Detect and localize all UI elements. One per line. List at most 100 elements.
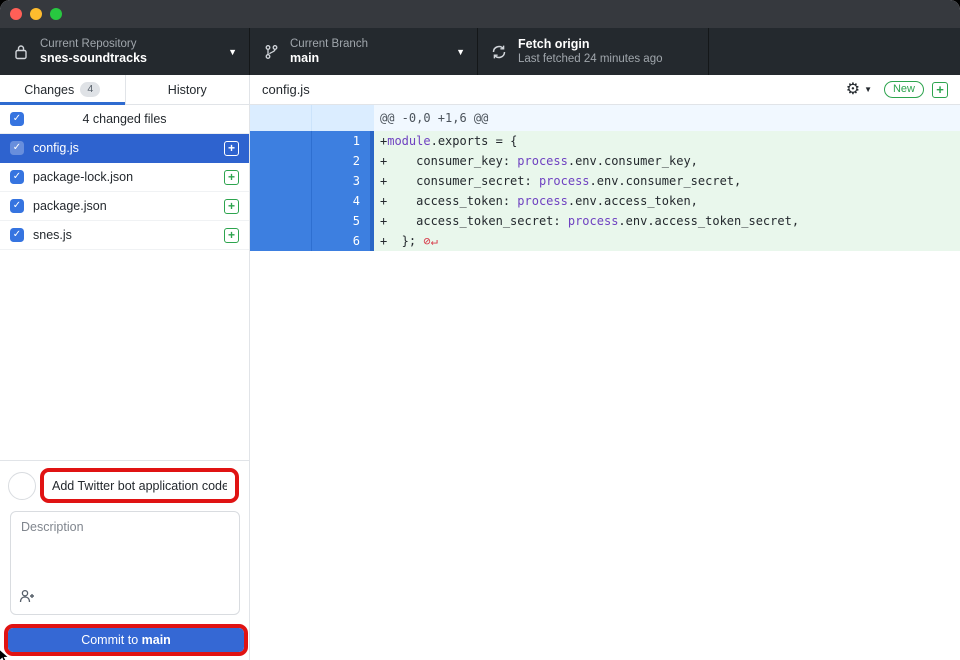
file-name: package-lock.json xyxy=(33,170,215,184)
diff-line-5[interactable]: 5+ access_token_secret: process.env.acce… xyxy=(250,211,960,231)
gutter-new-line-number[interactable]: 1 xyxy=(312,131,374,151)
gutter-old-line-number[interactable] xyxy=(250,171,312,191)
fetch-title: Fetch origin xyxy=(518,37,696,53)
changed-files-header: ✓ 4 changed files xyxy=(0,105,249,134)
avatar xyxy=(8,472,36,500)
diff-body: @@ -0,0 +1,6 @@1+module.exports = {2+ co… xyxy=(250,105,960,660)
diff-code-text: + consumer_secret: process.env.consumer_… xyxy=(374,171,960,191)
file-checkbox[interactable]: ✓ xyxy=(10,170,24,184)
file-row-config.js[interactable]: ✓ config.js + xyxy=(0,134,249,163)
plus-square-icon: + xyxy=(932,82,948,98)
summary-annotation-highlight xyxy=(40,468,239,503)
diff-code-text: + access_token_secret: process.env.acces… xyxy=(374,211,960,231)
repository-name: snes-soundtracks xyxy=(40,51,222,67)
gutter-new-line-number[interactable]: 2 xyxy=(312,151,374,171)
chevron-down-icon: ▼ xyxy=(864,85,872,94)
tab-changes[interactable]: Changes 4 xyxy=(0,75,125,104)
minimize-window-button[interactable] xyxy=(30,8,42,20)
diff-code-text: + access_token: process.env.access_token… xyxy=(374,191,960,211)
description-placeholder: Description xyxy=(21,520,84,534)
tab-label: Changes xyxy=(24,83,74,97)
diff-code-text: +module.exports = { xyxy=(374,131,960,151)
changed-files-list: ✓ config.js + ✓ package-lock.json + ✓ package.j… xyxy=(0,134,249,250)
commit-button[interactable]: Commit to main xyxy=(8,628,244,652)
file-row-package.json[interactable]: ✓ package.json + xyxy=(0,192,249,221)
gutter-new-line-number[interactable]: 5 xyxy=(312,211,374,231)
lock-icon xyxy=(12,44,30,60)
gutter-new-line-number[interactable]: 3 xyxy=(312,171,374,191)
toolbar: Current Repository snes-soundtracks ▼ Cu… xyxy=(0,28,960,75)
sidebar-spacer xyxy=(0,250,249,460)
current-repository-dropdown[interactable]: Current Repository snes-soundtracks ▼ xyxy=(0,28,250,75)
diff-file-name: config.js xyxy=(262,82,846,97)
diff-code-text: + consumer_key: process.env.consumer_key… xyxy=(374,151,960,171)
file-checkbox[interactable]: ✓ xyxy=(10,199,24,213)
gutter-new-line-number[interactable]: 6 xyxy=(312,231,374,251)
commit-box: Description Commit to main xyxy=(0,460,249,660)
file-checkbox[interactable]: ✓ xyxy=(10,228,24,242)
file-name: config.js xyxy=(33,141,215,155)
fetch-origin-button[interactable]: Fetch origin Last fetched 24 minutes ago xyxy=(478,28,709,75)
file-checkbox[interactable]: ✓ xyxy=(10,141,24,155)
zoom-window-button[interactable] xyxy=(50,8,62,20)
gutter-old-line-number[interactable] xyxy=(250,191,312,211)
diff-pane: config.js ⚙ ▼ New + @@ -0,0 +1,6 @@1+mod… xyxy=(250,75,960,660)
hunk-gutter-old xyxy=(250,105,312,131)
add-coauthor-icon[interactable] xyxy=(19,589,35,608)
branch-name: main xyxy=(290,51,450,67)
gutter-new-line-number[interactable]: 4 xyxy=(312,191,374,211)
tab-label: History xyxy=(168,83,207,97)
file-row-package-lock.json[interactable]: ✓ package-lock.json + xyxy=(0,163,249,192)
gear-icon: ⚙ xyxy=(846,82,860,98)
diff-line-1[interactable]: 1+module.exports = { xyxy=(250,131,960,151)
file-added-status-icon: + xyxy=(224,170,239,185)
branch-label: Current Branch xyxy=(290,37,450,51)
changes-count-badge: 4 xyxy=(80,82,100,97)
traffic-lights xyxy=(10,8,62,20)
titlebar xyxy=(0,0,960,28)
file-name: snes.js xyxy=(33,228,215,242)
commit-branch-name: main xyxy=(142,633,171,647)
diff-hunk-header-row: @@ -0,0 +1,6 @@ xyxy=(250,105,960,131)
file-row-snes.js[interactable]: ✓ snes.js + xyxy=(0,221,249,250)
sync-icon xyxy=(490,44,508,60)
gutter-old-line-number[interactable] xyxy=(250,231,312,251)
commit-description-textarea[interactable]: Description xyxy=(10,511,240,615)
repository-label: Current Repository xyxy=(40,37,222,51)
close-window-button[interactable] xyxy=(10,8,22,20)
diff-line-2[interactable]: 2+ consumer_key: process.env.consumer_ke… xyxy=(250,151,960,171)
gutter-old-line-number[interactable] xyxy=(250,211,312,231)
diff-header: config.js ⚙ ▼ New + xyxy=(250,75,960,105)
file-added-status-icon: + xyxy=(224,141,239,156)
tab-history[interactable]: History xyxy=(125,75,250,104)
diff-line-4[interactable]: 4+ access_token: process.env.access_toke… xyxy=(250,191,960,211)
diff-code-text: + }; ⊘↵ xyxy=(374,231,960,251)
gutter-old-line-number[interactable] xyxy=(250,131,312,151)
mouse-cursor xyxy=(0,648,13,660)
gutter-old-line-number[interactable] xyxy=(250,151,312,171)
file-status-badge: New xyxy=(884,81,924,98)
fetch-subtitle: Last fetched 24 minutes ago xyxy=(518,52,696,66)
diff-line-3[interactable]: 3+ consumer_secret: process.env.consumer… xyxy=(250,171,960,191)
sidebar-tabbar: Changes 4 History xyxy=(0,75,249,105)
current-branch-dropdown[interactable]: Current Branch main ▼ xyxy=(250,28,478,75)
main-area: Changes 4 History ✓ 4 changed files ✓ confi… xyxy=(0,75,960,660)
chevron-down-icon: ▼ xyxy=(456,47,465,57)
diff-options-dropdown[interactable]: ⚙ ▼ xyxy=(846,82,872,98)
git-branch-icon xyxy=(262,44,280,60)
github-desktop-window: Current Repository snes-soundtracks ▼ Cu… xyxy=(0,0,960,660)
changed-files-count: 4 changed files xyxy=(0,112,249,126)
commit-summary-input[interactable] xyxy=(44,472,235,499)
file-name: package.json xyxy=(33,199,215,213)
commit-button-annotation-highlight: Commit to main xyxy=(4,624,248,656)
toolbar-empty-area xyxy=(709,28,960,75)
no-newline-eof-icon: ⊘↵ xyxy=(416,234,438,248)
chevron-down-icon: ▼ xyxy=(228,47,237,57)
file-added-status-icon: + xyxy=(224,199,239,214)
sidebar: Changes 4 History ✓ 4 changed files ✓ confi… xyxy=(0,75,250,660)
file-added-status-icon: + xyxy=(224,228,239,243)
commit-summary-row xyxy=(8,468,239,503)
hunk-gutter-new xyxy=(312,105,374,131)
hunk-header-text: @@ -0,0 +1,6 @@ xyxy=(374,105,960,131)
diff-line-6[interactable]: 6+ }; ⊘↵ xyxy=(250,231,960,251)
